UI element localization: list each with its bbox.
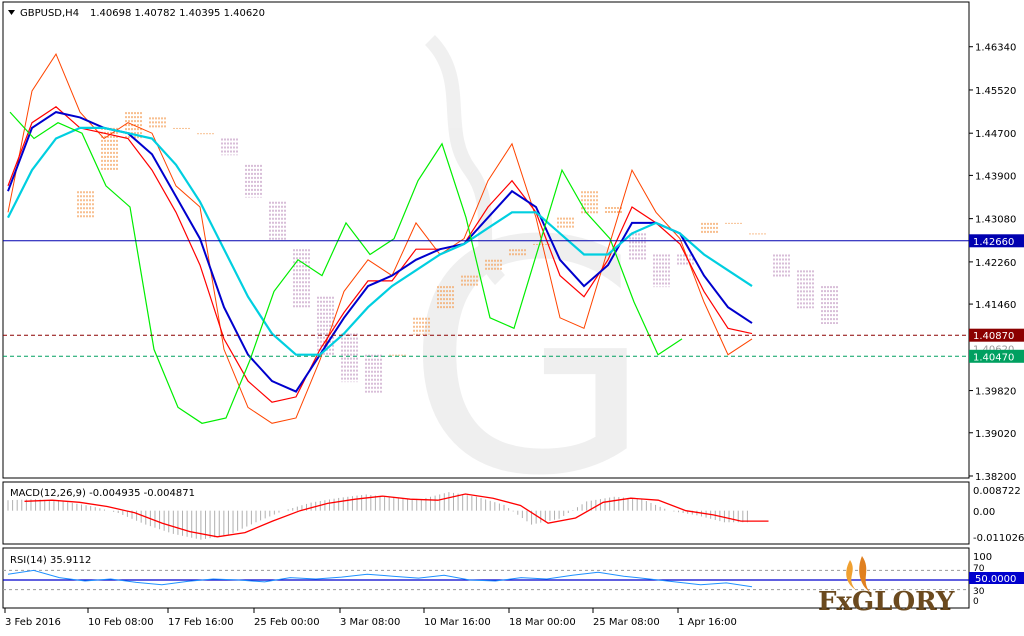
pivot-badge-label: 1.40870 [973,331,1014,342]
resistance-badge-label: 1.42660 [973,237,1014,248]
time-axis: 3 Feb 2016 10 Feb 08:00 17 Feb 16:00 25 Feb… [4,608,737,628]
time-tick-label: 25 Mar 08:00 [593,617,660,628]
macd-title: MACD(12,26,9) -0.004935 -0.004871 [10,488,195,499]
price-tick-label: 1.42260 [975,258,1016,269]
support-badge-label: 1.40470 [973,352,1014,363]
price-axis: 1.46340 1.45520 1.44700 1.43900 1.43080 1.422… [969,43,1016,483]
price-tick-label: 1.39820 [975,387,1016,398]
time-tick-label: 17 Feb 16:00 [168,617,234,628]
price-tick-label: 1.38200 [975,472,1016,483]
price-tick-label: 1.43900 [975,171,1016,182]
chart-svg: G GBPUSD,H4 1.40698 1.40782 1.40395 1.40… [2,1,1024,628]
rsi-tick-30: 30 [973,587,985,597]
time-tick-label: 18 Mar 00:00 [509,617,576,628]
symbol-label: GBPUSD,H4 [20,8,79,19]
brand-text: FxGLORY [818,587,955,617]
time-tick-label: 1 Apr 16:00 [678,617,737,628]
ohlc-label: 1.40698 1.40782 1.40395 1.40620 [90,8,265,19]
time-tick-label: 3 Feb 2016 [5,617,61,628]
time-tick-label: 25 Feb 00:00 [254,617,320,628]
price-tick-label: 1.45520 [975,86,1016,97]
macd-tick-zero: 0.00 [973,507,995,518]
rsi-level-label: 50.0000 [975,574,1016,585]
rsi-tick-0: 0 [973,597,979,607]
price-tick-label: 1.39020 [975,429,1016,440]
macd-tick-bottom: -0.011026 [973,533,1024,544]
svg-text:G: G [405,174,653,546]
price-tick-label: 1.44700 [975,129,1016,140]
rsi-title: RSI(14) 35.9112 [10,555,91,566]
macd-tick-top: 0.008722 [973,486,1021,497]
rsi-tick-100: 100 [973,552,992,563]
price-tick-label: 1.43080 [975,215,1016,226]
price-tick-label: 1.46340 [975,43,1016,54]
price-tick-label: 1.41460 [975,300,1016,311]
time-tick-label: 3 Mar 08:00 [340,617,400,628]
time-tick-label: 10 Feb 08:00 [88,617,154,628]
time-tick-label: 10 Mar 16:00 [424,617,491,628]
